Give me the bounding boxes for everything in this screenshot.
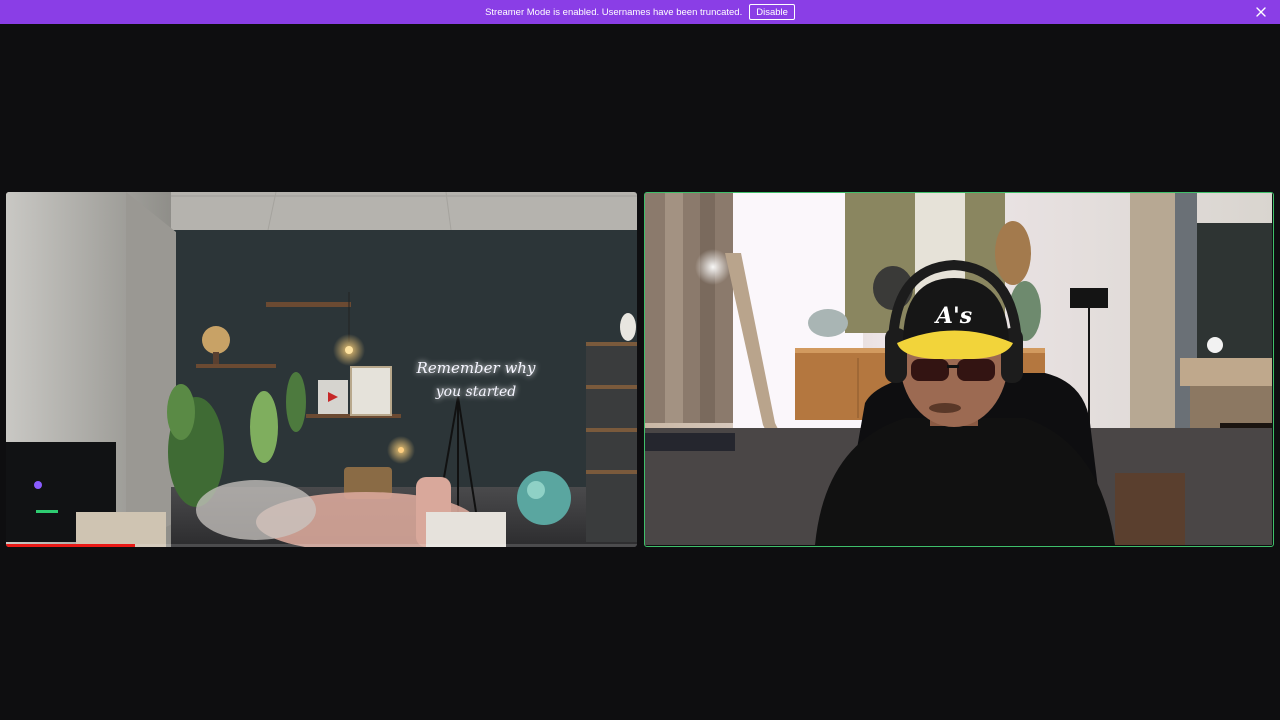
close-icon[interactable]: [1254, 5, 1268, 19]
video-frame-room: Remember why you started: [6, 192, 637, 547]
disable-streamer-mode-button[interactable]: Disable: [749, 4, 795, 20]
video-frame-webcam: A's: [645, 193, 1272, 545]
video-tile-left[interactable]: Remember why you started: [6, 192, 637, 547]
streamer-mode-banner: Streamer Mode is enabled. Usernames have…: [0, 0, 1280, 24]
banner-message: Streamer Mode is enabled. Usernames have…: [485, 6, 743, 18]
video-progress-fill: [6, 544, 136, 547]
neon-sign-line1: Remember why: [416, 359, 536, 377]
neon-sign-line2: you started: [435, 384, 517, 400]
video-stage: Remember why you started A's: [0, 24, 1280, 720]
cap-logo: A's: [934, 303, 972, 329]
video-tile-right-active-speaker[interactable]: A's: [644, 192, 1274, 547]
